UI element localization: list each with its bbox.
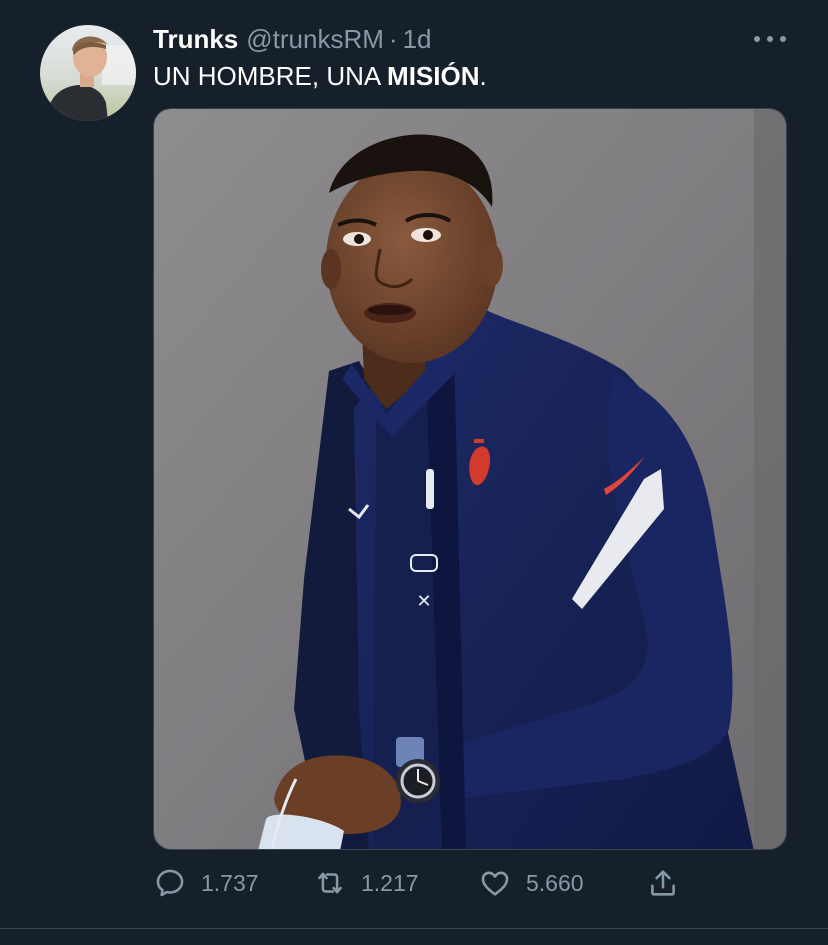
like-icon: [481, 871, 509, 896]
tweet-text: UN HOMBRE, UNA MISIÓN.: [153, 60, 487, 92]
tweet-text-plain: UN HOMBRE, UNA: [153, 61, 388, 91]
tweet-text-end: .: [479, 61, 487, 91]
tweet-header: Trunks @trunksRM · 1d: [153, 23, 431, 55]
header-separator: ·: [388, 23, 398, 54]
author-handle[interactable]: @trunksRM: [246, 24, 384, 55]
more-dot: [754, 36, 760, 42]
like-count: 5.660: [526, 869, 584, 896]
tweet-divider: [0, 928, 828, 929]
like-button[interactable]: 5.660: [478, 862, 584, 904]
tweet-actions: 1.737 1.217 5.660: [153, 862, 693, 904]
more-dot: [767, 36, 773, 42]
svg-text:✕: ✕: [416, 591, 431, 611]
tweet[interactable]: Trunks @trunksRM · 1d UN HOMBRE, UNA MIS…: [0, 0, 828, 945]
tweet-media[interactable]: ✕: [153, 108, 787, 850]
share-icon: [651, 870, 675, 896]
reply-count: 1.737: [201, 869, 259, 896]
reply-button[interactable]: 1.737: [153, 862, 259, 904]
attached-photo: ✕: [154, 109, 786, 849]
reply-icon: [156, 869, 184, 897]
user-avatar-photo: [40, 25, 136, 121]
tweet-timestamp[interactable]: 1d: [403, 24, 432, 55]
more-horizontal-icon[interactable]: [754, 26, 786, 52]
tweet-text-bold: MISIÓN: [387, 61, 480, 91]
avatar[interactable]: [40, 25, 136, 121]
author-name[interactable]: Trunks: [153, 24, 238, 55]
more-dot: [780, 36, 786, 42]
retweet-icon: [318, 872, 342, 894]
retweet-count: 1.217: [361, 869, 419, 896]
retweet-button[interactable]: 1.217: [313, 862, 419, 904]
share-button[interactable]: [646, 862, 680, 904]
